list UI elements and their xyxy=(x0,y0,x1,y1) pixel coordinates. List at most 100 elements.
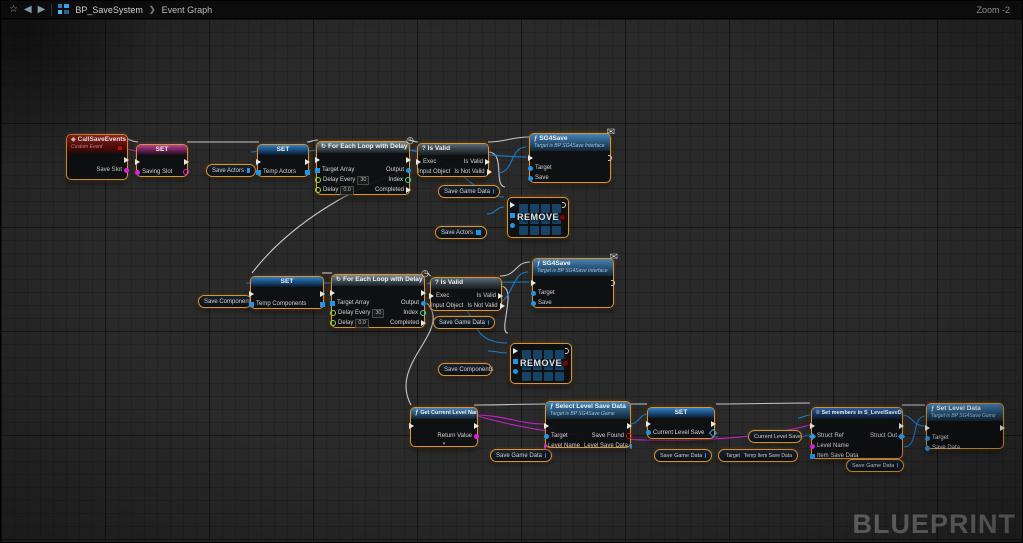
return-value-pin[interactable] xyxy=(474,434,479,439)
target-array-pin[interactable] xyxy=(330,301,335,306)
bookmark-star-icon[interactable]: ☆ xyxy=(9,1,18,19)
is-valid-exec-pin[interactable] xyxy=(485,159,490,165)
pill-current-level-save[interactable]: Current Level Save xyxy=(748,430,802,443)
exec-in-pin[interactable] xyxy=(135,159,140,165)
exec-in-pin[interactable] xyxy=(925,425,930,431)
save-game-data-out-pin[interactable] xyxy=(705,453,706,458)
save-data-pin[interactable] xyxy=(925,446,930,451)
saving-slot-out-pin[interactable] xyxy=(183,169,189,175)
breadcrumb-blueprint-name[interactable]: BP_SaveSystem xyxy=(75,5,143,15)
exec-in-pin[interactable] xyxy=(330,290,335,296)
pill-save-game-data-5[interactable]: Save Game Data xyxy=(846,459,904,472)
pill-save-actors-2[interactable]: Save Actors xyxy=(435,226,487,239)
struct-out-pin[interactable] xyxy=(898,432,905,439)
exec-out-pin[interactable] xyxy=(305,159,310,165)
delay-value-field[interactable]: 0.0 xyxy=(340,186,354,195)
save-pin[interactable] xyxy=(528,176,533,181)
save-actors-out-pin[interactable] xyxy=(247,168,250,173)
exec-in-pin[interactable] xyxy=(544,423,549,429)
pill-save-actors[interactable]: Save Actors xyxy=(206,164,256,177)
save-slot-out-pin[interactable] xyxy=(124,168,129,173)
exec-out-pin[interactable] xyxy=(184,159,189,165)
is-valid-exec-pin[interactable] xyxy=(498,293,503,299)
node-sg4save-2[interactable]: ✉ ƒSG4Save Target is BP SG4Save Interfac… xyxy=(532,258,614,308)
target-pin[interactable] xyxy=(925,436,930,441)
save-game-data-out-pin[interactable] xyxy=(488,320,489,325)
pill-save-components-2[interactable]: Save Components xyxy=(438,363,492,376)
level-name-pin[interactable] xyxy=(544,444,546,449)
index-pin[interactable] xyxy=(420,310,426,316)
exec-out-pin[interactable] xyxy=(711,421,716,427)
exec-out-pin[interactable] xyxy=(1000,425,1005,431)
event-graph-canvas[interactable]: ◈CallSaveEvents Custom Event Save Slot S… xyxy=(1,19,1023,543)
node-for-each-loop-with-delay-1[interactable]: ◷ ↻For Each Loop with Delay Target Array… xyxy=(316,141,410,195)
array-in-pin[interactable] xyxy=(513,359,518,364)
target-pin[interactable] xyxy=(544,434,549,439)
node-set-members-in-s-levelsavedata[interactable]: ≡Set members in S_LevelSaveData Struct R… xyxy=(811,407,903,459)
exec-in-pin[interactable] xyxy=(528,155,533,161)
node-is-valid-2[interactable]: ?Is Valid ExecIs Valid Input ObjectIs No… xyxy=(430,277,502,311)
node-is-valid-1[interactable]: ?Is Valid ExecIs Valid Input ObjectIs No… xyxy=(417,143,489,177)
node-select-level-save-data[interactable]: ƒSelect Level Save Data Target is BP SG4… xyxy=(545,401,631,448)
delay-every-pin[interactable] xyxy=(330,310,336,316)
pill-save-game-data-3[interactable]: Save Game Data xyxy=(490,449,552,462)
bool-out-pin[interactable] xyxy=(562,360,569,367)
loop-body-exec-pin[interactable] xyxy=(421,290,426,296)
delay-every-value-field[interactable]: 30 xyxy=(372,309,384,318)
node-set-temp-components[interactable]: SET Temp Components xyxy=(250,276,324,309)
node-sg4save-1[interactable]: ✉ ƒSG4Save Target is BP SG4Save Interfac… xyxy=(529,133,611,183)
pill-temp-item-save-data[interactable]: Target Temp Item Save Data xyxy=(718,449,798,462)
struct-ref-pin[interactable] xyxy=(809,432,816,439)
is-not-valid-exec-pin[interactable] xyxy=(500,303,505,309)
exec-out-pin[interactable] xyxy=(608,155,612,161)
pill-save-components-1[interactable]: Save Components xyxy=(198,295,252,308)
exec-out-pin[interactable] xyxy=(474,423,479,429)
exec-in-pin[interactable] xyxy=(429,293,434,299)
target-pin[interactable] xyxy=(531,291,536,296)
loop-body-exec-pin[interactable] xyxy=(406,157,411,163)
bool-out-pin[interactable] xyxy=(559,214,566,221)
output-pin[interactable] xyxy=(421,301,426,306)
exec-in-pin[interactable] xyxy=(513,348,518,354)
delay-pin[interactable] xyxy=(315,187,321,193)
exec-out-pin[interactable] xyxy=(124,157,129,163)
output-pin[interactable] xyxy=(406,168,411,173)
node-set-level-data[interactable]: ƒSet Level Data Target is BP SG4Save Gam… xyxy=(926,403,1004,449)
node-set-saving-slot[interactable]: SET Saving Slot xyxy=(136,144,188,177)
exec-out-pin[interactable] xyxy=(899,423,904,429)
exec-in-pin[interactable] xyxy=(249,291,254,297)
temp-components-in-pin[interactable] xyxy=(249,302,254,307)
node-array-remove-2[interactable]: REMOVE xyxy=(510,343,572,384)
exec-out-pin[interactable] xyxy=(320,291,325,297)
level-name-pin[interactable] xyxy=(810,444,815,449)
exec-in-pin[interactable] xyxy=(531,280,536,286)
exec-in-pin[interactable] xyxy=(315,157,320,163)
pill-save-game-data-1[interactable]: Save Game Data xyxy=(438,185,500,198)
breadcrumb-graph-name[interactable]: Event Graph xyxy=(162,5,213,15)
node-get-current-level-name[interactable]: ƒGet Current Level Name Return Value ▾ xyxy=(410,407,478,447)
delay-pin[interactable] xyxy=(330,320,336,326)
item-in-pin[interactable] xyxy=(510,223,515,228)
save-game-data-out-pin[interactable] xyxy=(493,189,494,194)
exec-out-pin[interactable] xyxy=(611,280,615,286)
save-pin[interactable] xyxy=(531,301,536,306)
completed-exec-pin[interactable] xyxy=(421,320,426,326)
save-game-data-out-pin[interactable] xyxy=(545,453,546,458)
exec-out-pin[interactable] xyxy=(627,423,632,429)
delay-value-field[interactable]: 0.0 xyxy=(355,319,369,328)
pill-save-game-data-2[interactable]: Save Game Data xyxy=(433,316,495,329)
array-in-pin[interactable] xyxy=(510,213,515,218)
nav-back-icon[interactable]: ◀ xyxy=(24,1,32,19)
nav-forward-icon[interactable]: ▶ xyxy=(38,1,46,19)
node-set-current-level-save[interactable]: SET Current Level Save xyxy=(647,407,715,439)
pill-save-game-data-4[interactable]: Save Game Data xyxy=(654,449,712,462)
exec-in-pin[interactable] xyxy=(810,423,815,429)
delay-every-pin[interactable] xyxy=(315,177,321,183)
exec-in-pin[interactable] xyxy=(416,159,421,165)
current-level-save-in-pin[interactable] xyxy=(646,430,651,435)
current-level-save-out-pin[interactable] xyxy=(709,428,717,436)
save-found-pin[interactable] xyxy=(626,433,632,439)
is-not-valid-exec-pin[interactable] xyxy=(487,169,492,175)
save-actors-out-pin[interactable] xyxy=(476,230,481,235)
item-in-pin[interactable] xyxy=(513,369,518,374)
